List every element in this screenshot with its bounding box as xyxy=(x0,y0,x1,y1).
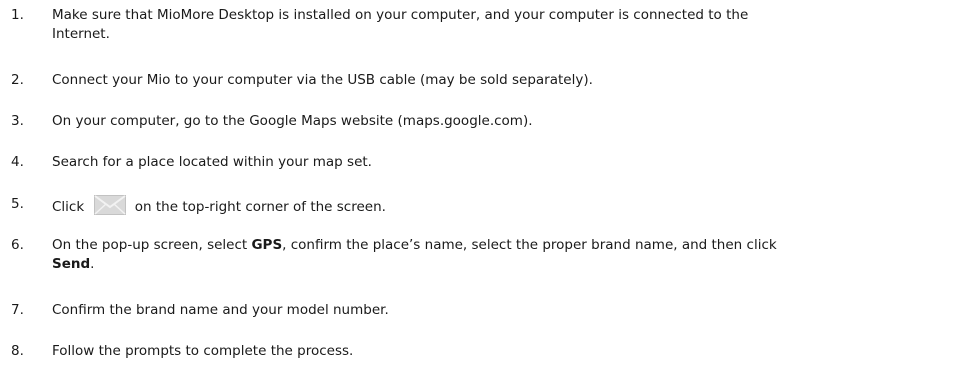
step-text: On the pop-up screen, select GPS, confir… xyxy=(52,236,952,274)
step-text: On your computer, go to the Google Maps … xyxy=(52,113,533,129)
step-number: 8. xyxy=(11,343,24,359)
step-number: 4. xyxy=(11,154,24,170)
step-text-part: . xyxy=(90,256,95,272)
step-text-before: Click xyxy=(52,199,85,215)
step-text-line: Send. xyxy=(52,255,952,274)
step-text-part: , confirm the place’s name, select the p… xyxy=(282,237,777,253)
step-text-line: Internet. xyxy=(52,26,110,42)
bold-gps: GPS xyxy=(251,237,283,253)
step-number: 3. xyxy=(11,113,24,129)
bold-send: Send xyxy=(52,256,91,272)
step-text: Make sure that MioMore Desktop is instal… xyxy=(52,6,952,44)
step-number: 6. xyxy=(11,237,24,253)
step-number: 7. xyxy=(11,302,24,318)
step-text-after: on the top-right corner of the screen. xyxy=(134,199,386,215)
step-number: 5. xyxy=(11,196,24,212)
step-text-line: On the pop-up screen, select GPS, confir… xyxy=(52,236,952,255)
step-number: 1. xyxy=(11,7,24,23)
step-text: Follow the prompts to complete the proce… xyxy=(52,343,354,359)
step-text: Click on the top-right corner of the scr… xyxy=(52,195,952,217)
step-text-part: On the pop-up screen, select xyxy=(52,237,252,253)
step-text: Connect your Mio to your computer via th… xyxy=(52,72,593,88)
step-number: 2. xyxy=(11,72,24,88)
mail-icon xyxy=(94,195,127,215)
step-text: Search for a place located within your m… xyxy=(52,154,372,170)
step-text: Confirm the brand name and your model nu… xyxy=(52,302,389,318)
step-text-line: Make sure that MioMore Desktop is instal… xyxy=(52,7,749,23)
